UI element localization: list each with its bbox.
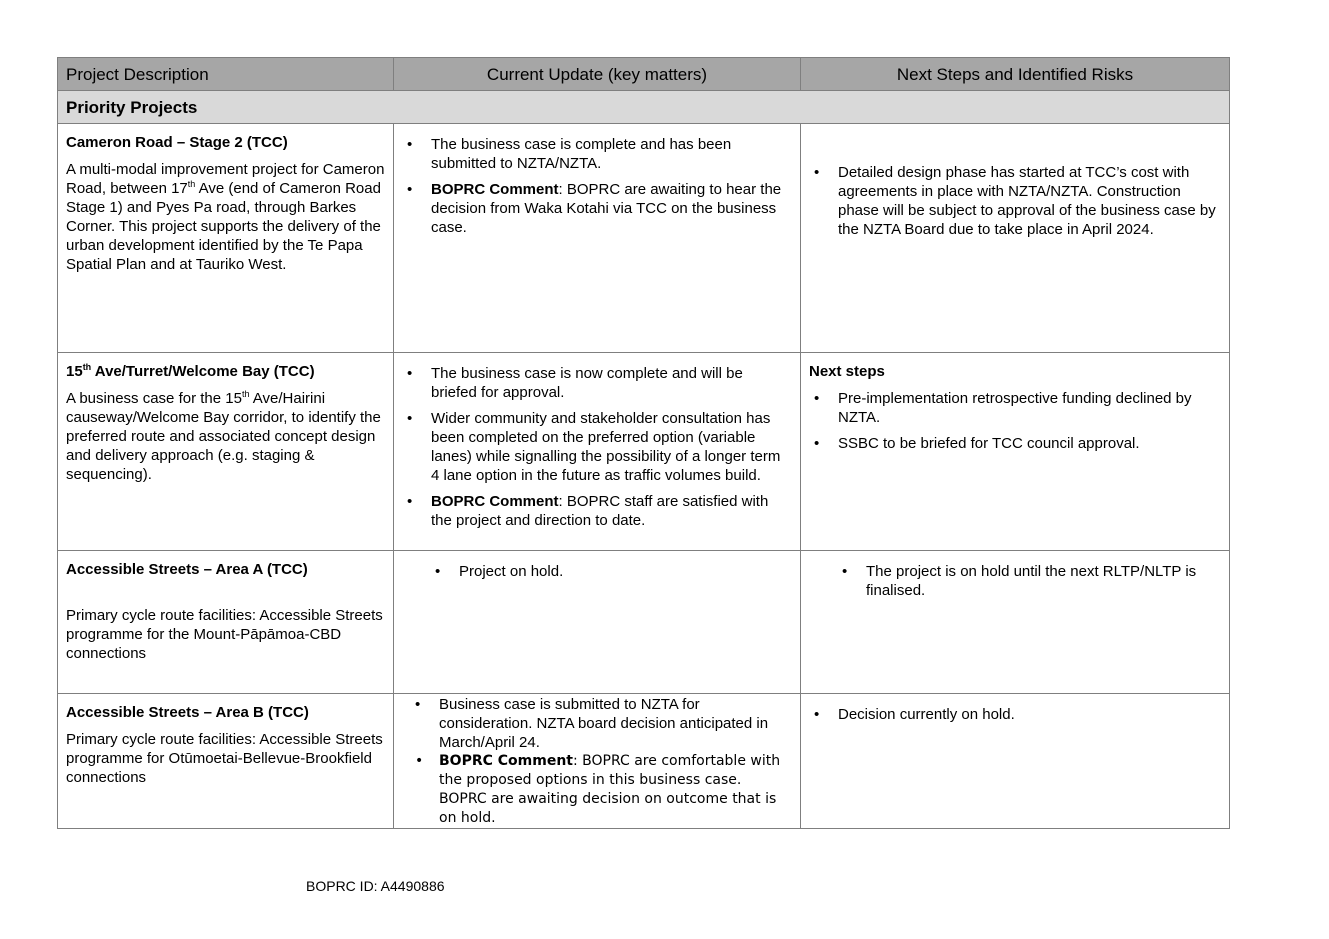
project-title: 15th Ave/Turret/Welcome Bay (TCC) [66,362,315,381]
list-item: SSBC to be briefed for TCC council appro… [809,434,1221,453]
next-steps-list: Pre-implementation retrospective funding… [809,389,1221,453]
next-steps-list: The project is on hold until the next RL… [809,562,1221,600]
table-row: Accessible Streets – Area A (TCC) Primar… [57,550,1230,694]
next-steps-heading: Next steps [809,363,885,380]
update-cell: Business case is submitted to NZTA for c… [393,693,801,829]
section-row: Priority Projects [57,90,1230,124]
list-item: BOPRC Comment: BOPRC are awaiting to hea… [402,180,792,237]
project-cell: 15th Ave/Turret/Welcome Bay (TCC) A busi… [57,352,394,551]
next-steps-list: Detailed design phase has started at TCC… [809,163,1221,239]
table-row: Accessible Streets – Area B (TCC) Primar… [57,693,1230,829]
list-item: Pre-implementation retrospective funding… [809,389,1221,427]
list-item: Project on hold. [402,562,792,581]
list-item: BOPRC Comment: BOPRC are comfortable wit… [402,752,792,828]
table-row: 15th Ave/Turret/Welcome Bay (TCC) A busi… [57,352,1230,551]
header-project-description: Project Description [57,57,394,91]
update-list: The business case is now complete and wi… [402,364,792,530]
header-next-steps: Next Steps and Identified Risks [800,57,1230,91]
project-description: A business case for the 15th Ave/Hairini… [66,389,381,484]
next-steps-cell: Next steps Pre-implementation retrospect… [800,352,1230,551]
list-item: The business case is now complete and wi… [402,364,792,402]
project-cell: Accessible Streets – Area B (TCC) Primar… [57,693,394,829]
header-row: Project Description Current Update (key … [57,57,1230,91]
project-description: Primary cycle route facilities: Accessib… [66,731,383,786]
update-cell: Project on hold. [393,550,801,694]
update-list: The business case is complete and has be… [402,135,792,237]
project-title: Accessible Streets – Area A (TCC) [66,561,308,578]
project-description: Primary cycle route facilities: Accessib… [66,607,383,662]
list-item: BOPRC Comment: BOPRC staff are satisfied… [402,492,792,530]
section-title: Priority Projects [57,90,1230,124]
project-title: Accessible Streets – Area B (TCC) [66,704,309,721]
next-steps-cell: Decision currently on hold. [800,693,1230,829]
table-row: Cameron Road – Stage 2 (TCC) A multi-mod… [57,123,1230,353]
next-steps-list: Decision currently on hold. [809,705,1221,724]
next-steps-cell: The project is on hold until the next RL… [800,550,1230,694]
update-cell: The business case is now complete and wi… [393,352,801,551]
project-description: A multi-modal improvement project for Ca… [66,161,385,273]
project-cell: Cameron Road – Stage 2 (TCC) A multi-mod… [57,123,394,353]
list-item: Decision currently on hold. [809,705,1221,724]
update-list: Project on hold. [402,562,792,581]
header-current-update: Current Update (key matters) [393,57,801,91]
list-item: The project is on hold until the next RL… [809,562,1221,600]
project-cell: Accessible Streets – Area A (TCC) Primar… [57,550,394,694]
update-cell: The business case is complete and has be… [393,123,801,353]
list-item: Detailed design phase has started at TCC… [809,163,1221,239]
project-title: Cameron Road – Stage 2 (TCC) [66,134,288,151]
list-item: Wider community and stakeholder consulta… [402,409,792,485]
list-item: The business case is complete and has be… [402,135,792,173]
list-item: Business case is submitted to NZTA for c… [402,695,792,752]
next-steps-cell: Detailed design phase has started at TCC… [800,123,1230,353]
update-list: Business case is submitted to NZTA for c… [402,695,792,828]
projects-table: Project Description Current Update (key … [57,57,1230,829]
document-id: BOPRC ID: A4490886 [306,878,445,894]
